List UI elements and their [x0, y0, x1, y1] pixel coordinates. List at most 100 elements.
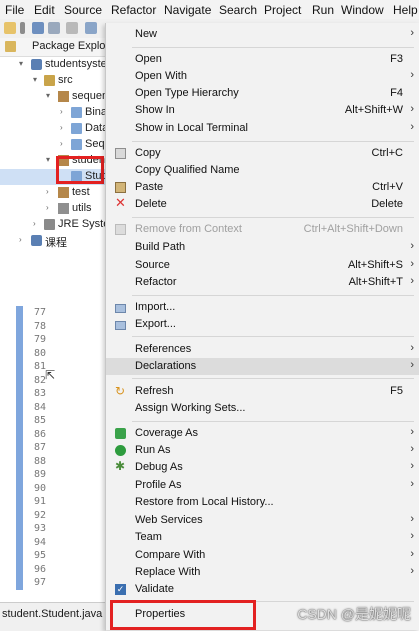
- menu-item-validate[interactable]: ✓ Validate: [106, 581, 419, 598]
- menu-item-references[interactable]: References ›: [106, 341, 419, 358]
- package-icon: [58, 187, 69, 198]
- expand-arrow-icon[interactable]: ›: [60, 107, 68, 116]
- menu-item-debug-as[interactable]: ✱ Debug As ›: [106, 459, 419, 476]
- search-icon[interactable]: [85, 22, 97, 34]
- new-icon[interactable]: [4, 22, 16, 34]
- menu-item-label: Declarations: [135, 360, 197, 372]
- menu-separator: [132, 47, 414, 48]
- expand-arrow-icon[interactable]: ›: [46, 187, 54, 196]
- menu-bar: File Edit Source Refactor Navigate Searc…: [0, 0, 419, 19]
- menu-refactor[interactable]: Refactor: [111, 3, 156, 17]
- line-number: 93: [33, 523, 46, 534]
- expand-arrow-icon[interactable]: ›: [60, 123, 68, 132]
- menu-item-source[interactable]: Source Alt+Shift+S ›: [106, 257, 419, 274]
- package-icon: [58, 91, 69, 102]
- submenu-arrow-icon: ›: [410, 121, 414, 133]
- import-icon: [115, 304, 126, 313]
- menu-item-shortcut: F4: [390, 87, 403, 99]
- editor-file-tab[interactable]: student.Student.java: [2, 608, 102, 620]
- line-number: 86: [33, 428, 46, 440]
- menu-item-team[interactable]: Team ›: [106, 529, 419, 546]
- collapse-arrow-icon[interactable]: ▾: [33, 75, 41, 84]
- menu-item-label: Refresh: [135, 385, 174, 397]
- menu-item-show-in[interactable]: Show In Alt+Shift+W ›: [106, 102, 419, 119]
- menu-run[interactable]: Run: [312, 3, 334, 17]
- validate-check-icon: ✓: [115, 584, 126, 595]
- menu-item-export[interactable]: Export...: [106, 316, 419, 333]
- line-number: 87: [33, 442, 46, 453]
- tree-item-file[interactable]: › Seq...: [0, 137, 114, 153]
- bottom-tab-bar: student.Student.java: [0, 602, 106, 631]
- menu-search[interactable]: Search: [219, 3, 257, 17]
- menu-item-label: Validate: [135, 583, 174, 595]
- menu-item-declarations[interactable]: Declarations ›: [106, 358, 419, 375]
- menu-item-paste[interactable]: Paste Ctrl+V: [106, 179, 419, 196]
- menu-item-new[interactable]: New ›: [106, 26, 419, 43]
- tree-item-src[interactable]: ▾ src: [0, 73, 106, 89]
- menu-item-open-type-hierarchy[interactable]: Open Type Hierarchy F4: [106, 85, 419, 102]
- menu-item-shortcut: F5: [390, 385, 403, 397]
- line-number: 77: [33, 307, 46, 318]
- collapse-arrow-icon[interactable]: ▾: [46, 91, 54, 100]
- menu-item-delete[interactable]: ✕ Delete Delete: [106, 196, 419, 213]
- menu-item-label: Team: [135, 531, 162, 543]
- tree-item-project-2[interactable]: › 课程: [0, 233, 106, 249]
- library-icon: [44, 219, 55, 230]
- expand-arrow-icon[interactable]: ›: [60, 139, 68, 148]
- menu-project[interactable]: Project: [264, 3, 301, 17]
- menu-item-copy[interactable]: Copy Ctrl+C: [106, 145, 419, 162]
- save-icon[interactable]: [32, 22, 44, 34]
- menu-item-label: Restore from Local History...: [135, 496, 274, 508]
- menu-item-run-as[interactable]: Run As ›: [106, 442, 419, 459]
- menu-source[interactable]: Source: [64, 3, 102, 17]
- java-file-icon: [71, 123, 82, 134]
- menu-file[interactable]: File: [5, 3, 24, 17]
- save-all-icon[interactable]: [48, 22, 60, 34]
- refresh-icon: ↻: [115, 384, 126, 398]
- menu-navigate[interactable]: Navigate: [164, 3, 211, 17]
- menu-item-refresh[interactable]: ↻ Refresh F5: [106, 383, 419, 400]
- menu-separator: [132, 295, 414, 296]
- menu-item-coverage-as[interactable]: Coverage As ›: [106, 425, 419, 442]
- collapse-arrow-icon[interactable]: ▾: [46, 155, 54, 164]
- tree-item-file[interactable]: › Data...: [0, 121, 117, 137]
- editor-area: 77 78 79 80 81 82 83 84 85 86 87 88 89 9…: [0, 300, 106, 602]
- tree-item-file[interactable]: › Binary...: [0, 105, 125, 121]
- expand-arrow-icon[interactable]: ›: [19, 235, 27, 244]
- submenu-arrow-icon: ›: [410, 103, 414, 115]
- menu-item-label: New: [135, 28, 158, 40]
- expand-arrow-icon[interactable]: ›: [46, 203, 54, 212]
- line-number: 80: [33, 347, 46, 359]
- menu-item-build-path[interactable]: Build Path ›: [106, 239, 419, 256]
- menu-help[interactable]: Help: [393, 3, 418, 17]
- tree-item-test[interactable]: › test: [0, 185, 106, 201]
- submenu-arrow-icon: ›: [410, 426, 414, 438]
- menu-item-replace-with[interactable]: Replace With ›: [106, 564, 419, 581]
- menu-item-import[interactable]: Import...: [106, 299, 419, 316]
- menu-edit[interactable]: Edit: [34, 3, 55, 17]
- menu-window[interactable]: Window: [341, 3, 384, 17]
- tree-item-jre[interactable]: › JRE System Library: [0, 217, 155, 233]
- expand-arrow-icon[interactable]: ›: [33, 219, 41, 228]
- menu-item-open[interactable]: Open F3: [106, 51, 419, 68]
- menu-item-refactor[interactable]: Refactor Alt+Shift+T ›: [106, 274, 419, 291]
- menu-item-open-with[interactable]: Open With ›: [106, 68, 419, 85]
- terminal-icon[interactable]: [66, 22, 78, 34]
- menu-item-compare-with[interactable]: Compare With ›: [106, 547, 419, 564]
- editor-overview-ruler: [16, 306, 23, 590]
- package-explorer-tab[interactable]: Package Explorer: [0, 38, 119, 57]
- tree-item-project[interactable]: ▾ studentsystem: [0, 57, 116, 73]
- menu-item-show-in-local-terminal[interactable]: Show in Local Terminal ›: [106, 120, 419, 137]
- collapse-arrow-icon[interactable]: ▾: [19, 59, 27, 68]
- tree-item-package-sequence[interactable]: ▾ sequence: [0, 89, 120, 105]
- menu-item-label: Refactor: [135, 276, 177, 288]
- menu-item-profile-as[interactable]: Profile As ›: [106, 477, 419, 494]
- menu-item-copy-qualified-name[interactable]: Copy Qualified Name: [106, 162, 419, 179]
- menu-item-shortcut: Alt+Shift+S: [347, 259, 403, 271]
- submenu-arrow-icon: ›: [410, 565, 414, 577]
- menu-item-assign-working-sets[interactable]: Assign Working Sets...: [106, 400, 419, 417]
- tree-item-utils[interactable]: › utils: [0, 201, 106, 217]
- menu-item-web-services[interactable]: Web Services ›: [106, 512, 419, 529]
- dropdown-icon[interactable]: [20, 22, 25, 34]
- menu-item-restore-from-local-history[interactable]: Restore from Local History...: [106, 494, 419, 511]
